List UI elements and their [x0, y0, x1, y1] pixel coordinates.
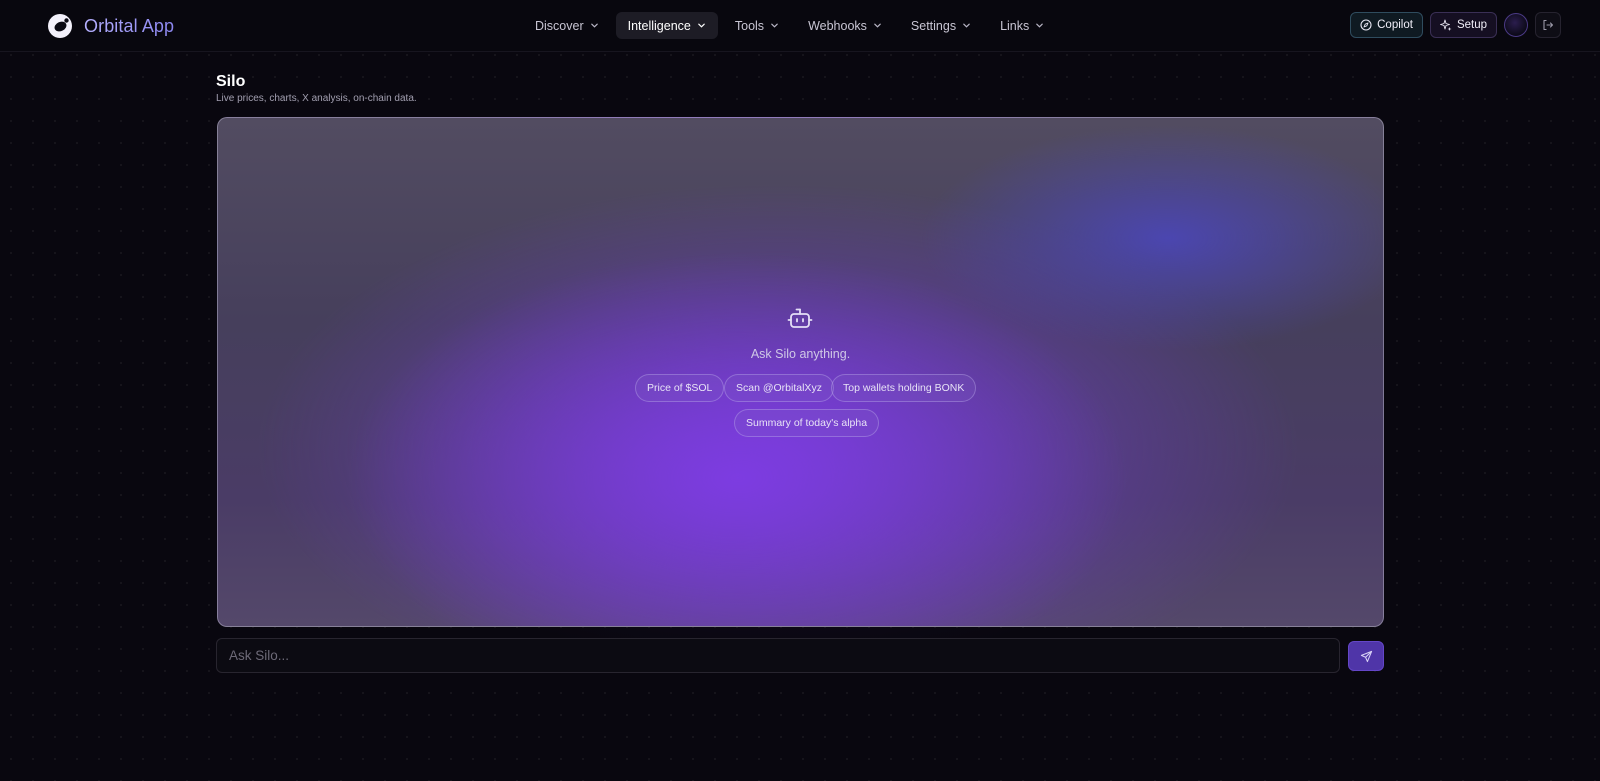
header-actions: Copilot Setup: [1343, 12, 1561, 38]
nav-tools[interactable]: Tools: [723, 12, 791, 39]
sparkles-icon: [1439, 19, 1452, 31]
page-title: Silo: [216, 73, 246, 90]
top-navbar: Orbital App Discover Intelligence Tools …: [0, 0, 1600, 52]
chevron-down-icon: [590, 23, 598, 28]
chevron-down-icon: [1036, 23, 1044, 28]
compass-icon: [1360, 19, 1372, 31]
empty-state-prompt: Ask Silo anything.: [750, 347, 851, 361]
copilot-label: Copilot: [1377, 19, 1413, 31]
chat-input[interactable]: [217, 639, 1339, 672]
main-nav: Discover Intelligence Tools Webhooks Set…: [535, 12, 1061, 39]
nav-intelligence-label: Intelligence: [627, 18, 691, 33]
suggestion-chip[interactable]: Summary of today's alpha: [734, 409, 880, 437]
nav-links-label: Links: [1000, 18, 1030, 33]
page-subtitle: Live prices, charts, X analysis, on-chai…: [216, 93, 417, 104]
nav-webhooks-label: Webhooks: [808, 18, 867, 33]
send-icon: [1360, 650, 1372, 662]
nav-settings[interactable]: Settings: [899, 12, 983, 39]
nav-discover[interactable]: Discover: [523, 12, 611, 39]
copilot-button[interactable]: Copilot: [1350, 12, 1423, 38]
chevron-down-icon: [874, 23, 881, 28]
chat-panel: Ask Silo anything. Price of $SOL Scan @O…: [217, 117, 1384, 627]
send-button[interactable]: [1348, 641, 1384, 671]
nav-intelligence[interactable]: Intelligence: [615, 12, 718, 39]
nav-webhooks[interactable]: Webhooks: [796, 12, 894, 39]
setup-button[interactable]: Setup: [1429, 12, 1497, 38]
chevron-down-icon: [771, 23, 778, 28]
orbital-logo-icon: [48, 14, 72, 38]
logout-icon: [1543, 19, 1554, 31]
nav-discover-label: Discover: [535, 18, 584, 33]
suggestion-chip[interactable]: Scan @OrbitalXyz: [724, 374, 834, 402]
chat-input-container: [216, 638, 1340, 673]
chevron-down-icon: [698, 23, 705, 28]
nav-tools-label: Tools: [734, 18, 765, 33]
app-logo[interactable]: Orbital App: [46, 12, 174, 40]
suggestion-chip[interactable]: Price of $SOL: [635, 374, 725, 402]
setup-label: Setup: [1456, 19, 1487, 31]
user-avatar[interactable]: [1504, 13, 1528, 37]
chat-empty-state: Ask Silo anything. Price of $SOL Scan @O…: [218, 118, 1383, 626]
logout-button[interactable]: [1535, 12, 1561, 38]
nav-links[interactable]: Links: [988, 12, 1056, 39]
nav-settings-label: Settings: [910, 18, 957, 33]
chevron-down-icon: [963, 23, 970, 28]
suggestion-chip[interactable]: Top wallets holding BONK: [831, 374, 977, 402]
app-name: Orbital App: [84, 15, 175, 36]
robot-icon: [787, 308, 813, 328]
